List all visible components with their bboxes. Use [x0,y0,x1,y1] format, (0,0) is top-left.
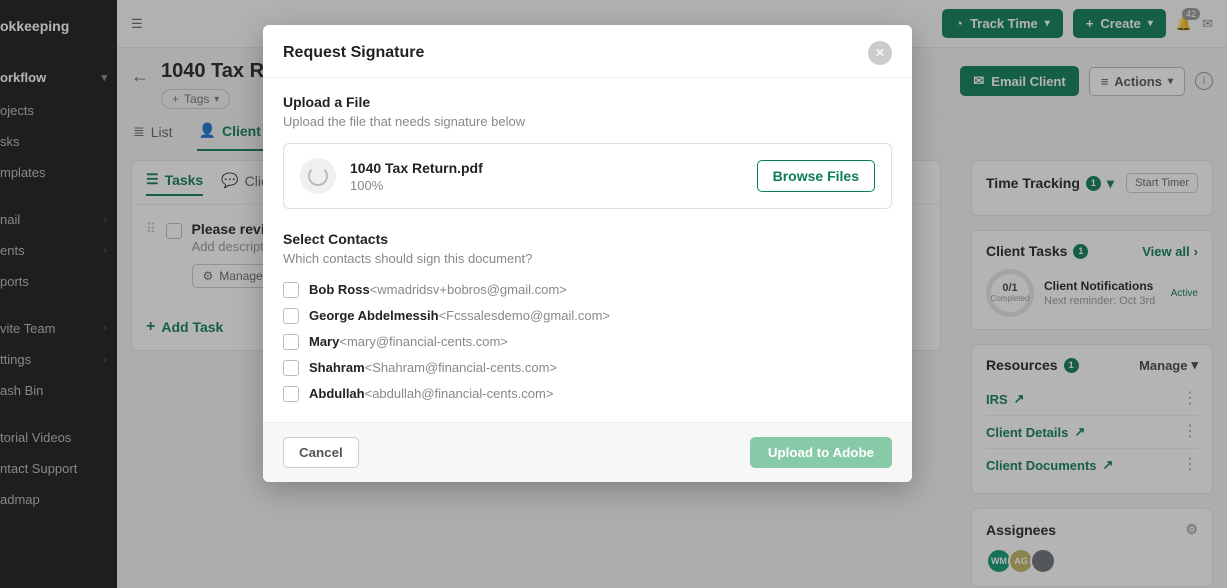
contacts-section: Select Contacts Which contacts should si… [283,231,892,406]
contact-name: George Abdelmessih [309,308,439,323]
contact-name: Bob Ross [309,282,370,297]
upload-to-adobe-button[interactable]: Upload to Adobe [750,437,892,468]
file-upload-box: 1040 Tax Return.pdf 100% Browse Files [283,143,892,209]
contact-name: Mary [309,334,339,349]
contact-email: <Shahram@financial-cents.com> [365,360,557,375]
file-progress: 100% [350,178,483,193]
file-name: 1040 Tax Return.pdf [350,160,483,176]
upload-subheading: Upload the file that needs signature bel… [283,114,892,129]
spinner-icon [300,158,336,194]
contact-checkbox[interactable] [283,308,299,324]
cancel-button[interactable]: Cancel [283,437,359,468]
contact-email: <wmadridsv+bobros@gmail.com> [370,282,567,297]
modal-footer: Cancel Upload to Adobe [263,422,912,482]
contact-item[interactable]: Bob Ross<wmadridsv+bobros@gmail.com> [283,276,892,302]
contact-checkbox[interactable] [283,386,299,402]
contact-checkbox[interactable] [283,360,299,376]
contact-name: Shahram [309,360,365,375]
close-icon: ✕ [875,45,886,61]
contacts-heading: Select Contacts [283,231,892,247]
contact-item[interactable]: George Abdelmessih<Fcssalesdemo@gmail.co… [283,302,892,328]
modal-body: Upload a File Upload the file that needs… [263,78,912,422]
contact-item[interactable]: Shahram<Shahram@financial-cents.com> [283,354,892,380]
close-button[interactable]: ✕ [868,41,892,65]
contact-item[interactable]: Abdullah<abdullah@financial-cents.com> [283,380,892,406]
contact-item[interactable]: Mary<mary@financial-cents.com> [283,328,892,354]
request-signature-modal: Request Signature ✕ Upload a File Upload… [263,25,912,482]
contact-checkbox[interactable] [283,282,299,298]
browse-files-button[interactable]: Browse Files [757,160,875,192]
modal-header: Request Signature ✕ [263,25,912,78]
contact-checkbox[interactable] [283,334,299,350]
upload-heading: Upload a File [283,94,892,110]
contact-email: <abdullah@financial-cents.com> [365,386,554,401]
contact-name: Abdullah [309,386,365,401]
modal-title: Request Signature [283,44,424,62]
contact-email: <Fcssalesdemo@gmail.com> [439,308,610,323]
contacts-subheading: Which contacts should sign this document… [283,251,892,266]
contact-email: <mary@financial-cents.com> [339,334,508,349]
